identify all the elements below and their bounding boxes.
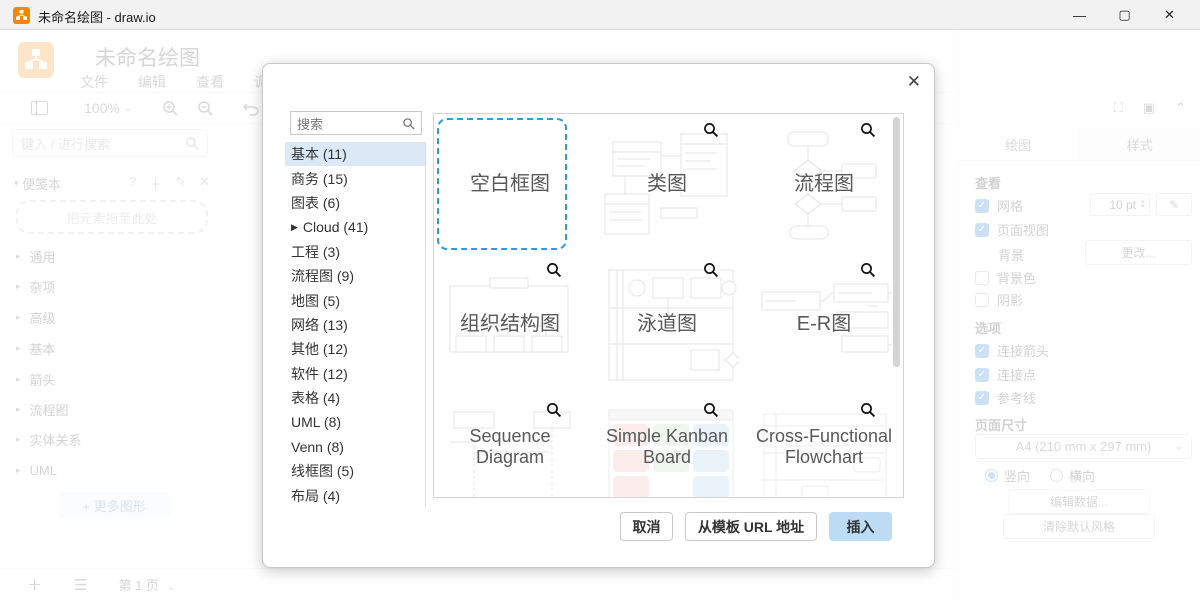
template-class-diagram[interactable]: 类图 (591, 114, 743, 254)
preview-magnifier-icon[interactable] (703, 122, 719, 138)
template-org-chart[interactable]: 组织结构图 (434, 254, 586, 394)
category-network[interactable]: 网络 (13) (285, 313, 425, 337)
category-other[interactable]: 其他 (12) (285, 337, 425, 361)
category-maps[interactable]: 地图 (5) (285, 288, 425, 312)
template-blank-diagram[interactable]: 空白框图 (434, 114, 586, 254)
drawio-titlebar-icon (13, 7, 30, 24)
dialog-close-icon[interactable]: ✕ (907, 72, 921, 92)
preview-magnifier-icon[interactable] (546, 262, 562, 278)
template-search-input[interactable]: 搜索 (290, 111, 422, 135)
template-search-placeholder: 搜索 (297, 114, 402, 133)
category-software[interactable]: 软件 (12) (285, 362, 425, 386)
window-controls: — ▢ ✕ (1057, 0, 1192, 30)
category-list: 基本 (11) 商务 (15) 图表 (6) ▶Cloud (41) 工程 (3… (285, 142, 426, 507)
category-cloud[interactable]: ▶Cloud (41) (285, 215, 425, 239)
template-sequence-diagram[interactable]: Sequence Diagram (434, 394, 586, 498)
category-charts[interactable]: 图表 (6) (285, 191, 425, 215)
window-titlebar: 未命名绘图 - draw.io — ▢ ✕ (0, 0, 1200, 30)
window-title: 未命名绘图 - draw.io (38, 7, 156, 26)
preview-magnifier-icon[interactable] (703, 262, 719, 278)
preview-magnifier-icon[interactable] (703, 402, 719, 418)
maximize-button[interactable]: ▢ (1102, 0, 1147, 30)
preview-magnifier-icon[interactable] (860, 402, 876, 418)
minimize-button[interactable]: — (1057, 0, 1102, 30)
category-uml[interactable]: UML (8) (285, 410, 425, 434)
expand-arrow-icon: ▶ (291, 222, 298, 233)
from-template-url-button[interactable]: 从模板 URL 地址 (685, 512, 817, 541)
category-venn[interactable]: Venn (8) (285, 435, 425, 459)
category-layouts[interactable]: 布局 (4) (285, 483, 425, 507)
preview-magnifier-icon[interactable] (860, 262, 876, 278)
category-flowcharts[interactable]: 流程图 (9) (285, 264, 425, 288)
category-engineering[interactable]: 工程 (3) (285, 240, 425, 264)
template-cross-functional-flowchart[interactable]: Cross-Functional Flowchart (748, 394, 900, 498)
template-er-diagram[interactable]: E-R图 (748, 254, 900, 394)
preview-magnifier-icon[interactable] (546, 402, 562, 418)
template-flowchart[interactable]: 流程图 (748, 114, 900, 254)
close-window-button[interactable]: ✕ (1147, 0, 1192, 30)
category-wireframes[interactable]: 线框图 (5) (285, 459, 425, 483)
category-business[interactable]: 商务 (15) (285, 166, 425, 190)
template-grid: 空白框图 类图 流程图 组织结构图 (433, 113, 904, 498)
search-icon (402, 117, 415, 130)
cancel-button[interactable]: 取消 (620, 512, 673, 541)
insert-button[interactable]: 插入 (829, 512, 892, 541)
category-tables[interactable]: 表格 (4) (285, 386, 425, 410)
template-simple-kanban-board[interactable]: Simple Kanban Board (591, 394, 743, 498)
preview-magnifier-icon[interactable] (860, 122, 876, 138)
template-dialog: ✕ 搜索 基本 (11) 商务 (15) 图表 (6) ▶Cloud (41) … (262, 63, 935, 568)
category-basic[interactable]: 基本 (11) (285, 142, 425, 166)
template-scrollbar[interactable] (893, 117, 900, 367)
template-swimlane[interactable]: 泳道图 (591, 254, 743, 394)
